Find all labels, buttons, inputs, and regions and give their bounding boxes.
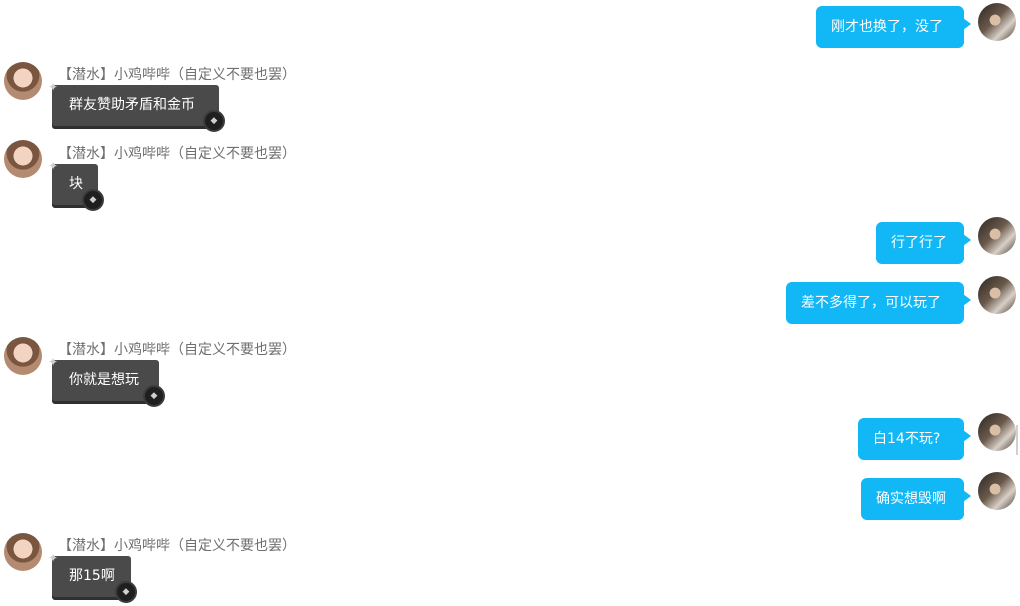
sender-name: 【潜水】小鸡哔哔（自定义不要也罢） — [58, 538, 296, 554]
incoming-message-bubble[interactable]: ✦ 块 ◆ — [48, 160, 104, 211]
sender-avatar[interactable] — [4, 140, 42, 178]
sender-avatar[interactable] — [4, 337, 42, 375]
cat-badge-icon: ◆ — [143, 385, 165, 407]
self-avatar[interactable] — [978, 413, 1016, 451]
outgoing-message-bubble[interactable]: 白14不玩? — [858, 418, 971, 460]
message-text: 差不多得了，可以玩了 — [801, 295, 941, 311]
incoming-message-bubble[interactable]: ✦ 那15啊 ◆ — [48, 552, 137, 603]
cat-badge-icon: ◆ — [82, 189, 104, 211]
sender-avatar[interactable] — [4, 533, 42, 571]
self-avatar[interactable] — [978, 276, 1016, 314]
message-text: 刚才也换了，没了 — [831, 19, 943, 35]
sparkle-icon: ✦ — [48, 551, 59, 565]
chat-message-list: 刚才也换了，没了 【潜水】小鸡哔哔（自定义不要也罢） ✦ 群友赞助矛盾和金币 ◆… — [0, 0, 1020, 606]
sender-name: 【潜水】小鸡哔哔（自定义不要也罢） — [58, 67, 296, 83]
outgoing-message-bubble[interactable]: 刚才也换了，没了 — [816, 6, 971, 48]
sender-name: 【潜水】小鸡哔哔（自定义不要也罢） — [58, 146, 296, 162]
message-text: 行了行了 — [891, 235, 947, 251]
outgoing-message-bubble[interactable]: 行了行了 — [876, 222, 971, 264]
message-text: 群友赞助矛盾和金币 — [69, 97, 195, 113]
outgoing-message-bubble[interactable]: 差不多得了，可以玩了 — [786, 282, 971, 324]
incoming-message-bubble[interactable]: ✦ 群友赞助矛盾和金币 ◆ — [48, 81, 225, 132]
sender-avatar[interactable] — [4, 62, 42, 100]
sparkle-icon: ✦ — [48, 80, 59, 94]
sparkle-icon: ✦ — [48, 159, 59, 173]
message-text: 块 — [69, 176, 83, 192]
outgoing-message-bubble[interactable]: 确实想毁啊 — [861, 478, 971, 520]
message-text: 白14不玩? — [873, 431, 941, 447]
cat-badge-icon: ◆ — [115, 581, 137, 603]
sender-name: 【潜水】小鸡哔哔（自定义不要也罢） — [58, 342, 296, 358]
cat-badge-icon: ◆ — [203, 110, 225, 132]
sparkle-icon: ✦ — [48, 355, 59, 369]
scrollbar-thumb[interactable] — [1016, 425, 1018, 455]
self-avatar[interactable] — [978, 217, 1016, 255]
message-text: 确实想毁啊 — [876, 491, 946, 507]
self-avatar[interactable] — [978, 472, 1016, 510]
message-text: 你就是想玩 — [69, 372, 139, 388]
incoming-message-bubble[interactable]: ✦ 你就是想玩 ◆ — [48, 356, 165, 407]
self-avatar[interactable] — [978, 3, 1016, 41]
message-text: 那15啊 — [69, 568, 115, 584]
